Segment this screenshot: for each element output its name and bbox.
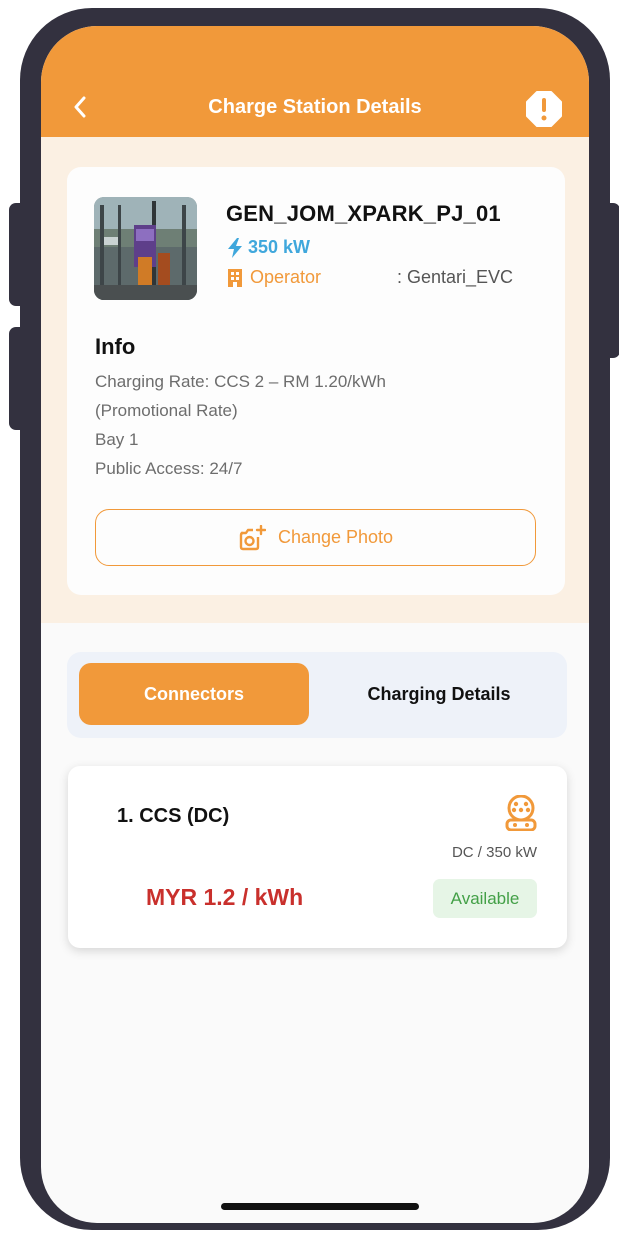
lightning-icon — [228, 237, 242, 258]
info-line-access: Public Access: 24/7 — [95, 459, 243, 478]
info-title: Info — [95, 334, 136, 359]
station-name: GEN_JOM_XPARK_PJ_01 — [226, 201, 501, 226]
building-icon — [228, 268, 242, 287]
station-photo — [94, 197, 197, 300]
status-badge: Available — [433, 879, 537, 918]
tab-bar: Connectors Charging Details — [67, 652, 567, 738]
station-card: GEN_JOM_XPARK_PJ_01 350 kW Operator : Ge… — [67, 167, 565, 595]
info-line-bay: Bay 1 — [95, 430, 139, 449]
operator-label-text: Operator — [250, 267, 322, 287]
connector-name: 1. CCS (DC) — [117, 805, 230, 827]
change-photo-label: Change Photo — [277, 527, 394, 547]
operator-value: : Gentari_EVC — [397, 267, 514, 287]
connector-price: MYR 1.2 / kWh — [146, 884, 304, 910]
connector-spec: DC / 350 kW — [451, 844, 537, 861]
power-value: 350 kW — [248, 237, 311, 257]
home-indicator[interactable] — [221, 1203, 419, 1210]
report-button[interactable] — [526, 91, 562, 127]
app-header: Charge Station Details — [41, 26, 589, 137]
alert-octagon-icon — [526, 91, 562, 127]
operator-label: Operator — [227, 267, 321, 288]
tab-connectors[interactable]: Connectors — [79, 663, 309, 725]
power-rating: 350 kW — [227, 237, 310, 258]
info-line-promo: (Promotional Rate) — [95, 401, 238, 420]
camera-add-icon — [239, 524, 266, 550]
info-line-rate: Charging Rate: CCS 2 – RM 1.20/kWh — [95, 372, 387, 391]
page-title: Charge Station Details — [208, 96, 422, 118]
ccs-plug-icon — [505, 795, 537, 831]
connector-card[interactable]: 1. CCS (DC) DC / 350 kW MYR 1.2 / kWh Av… — [68, 766, 567, 948]
screen: Charge Station Details GEN_JOM_XPARK_PJ_… — [41, 26, 589, 1223]
change-photo-button[interactable]: Change Photo — [95, 509, 536, 566]
tab-charging-details[interactable]: Charging Details — [323, 663, 555, 725]
